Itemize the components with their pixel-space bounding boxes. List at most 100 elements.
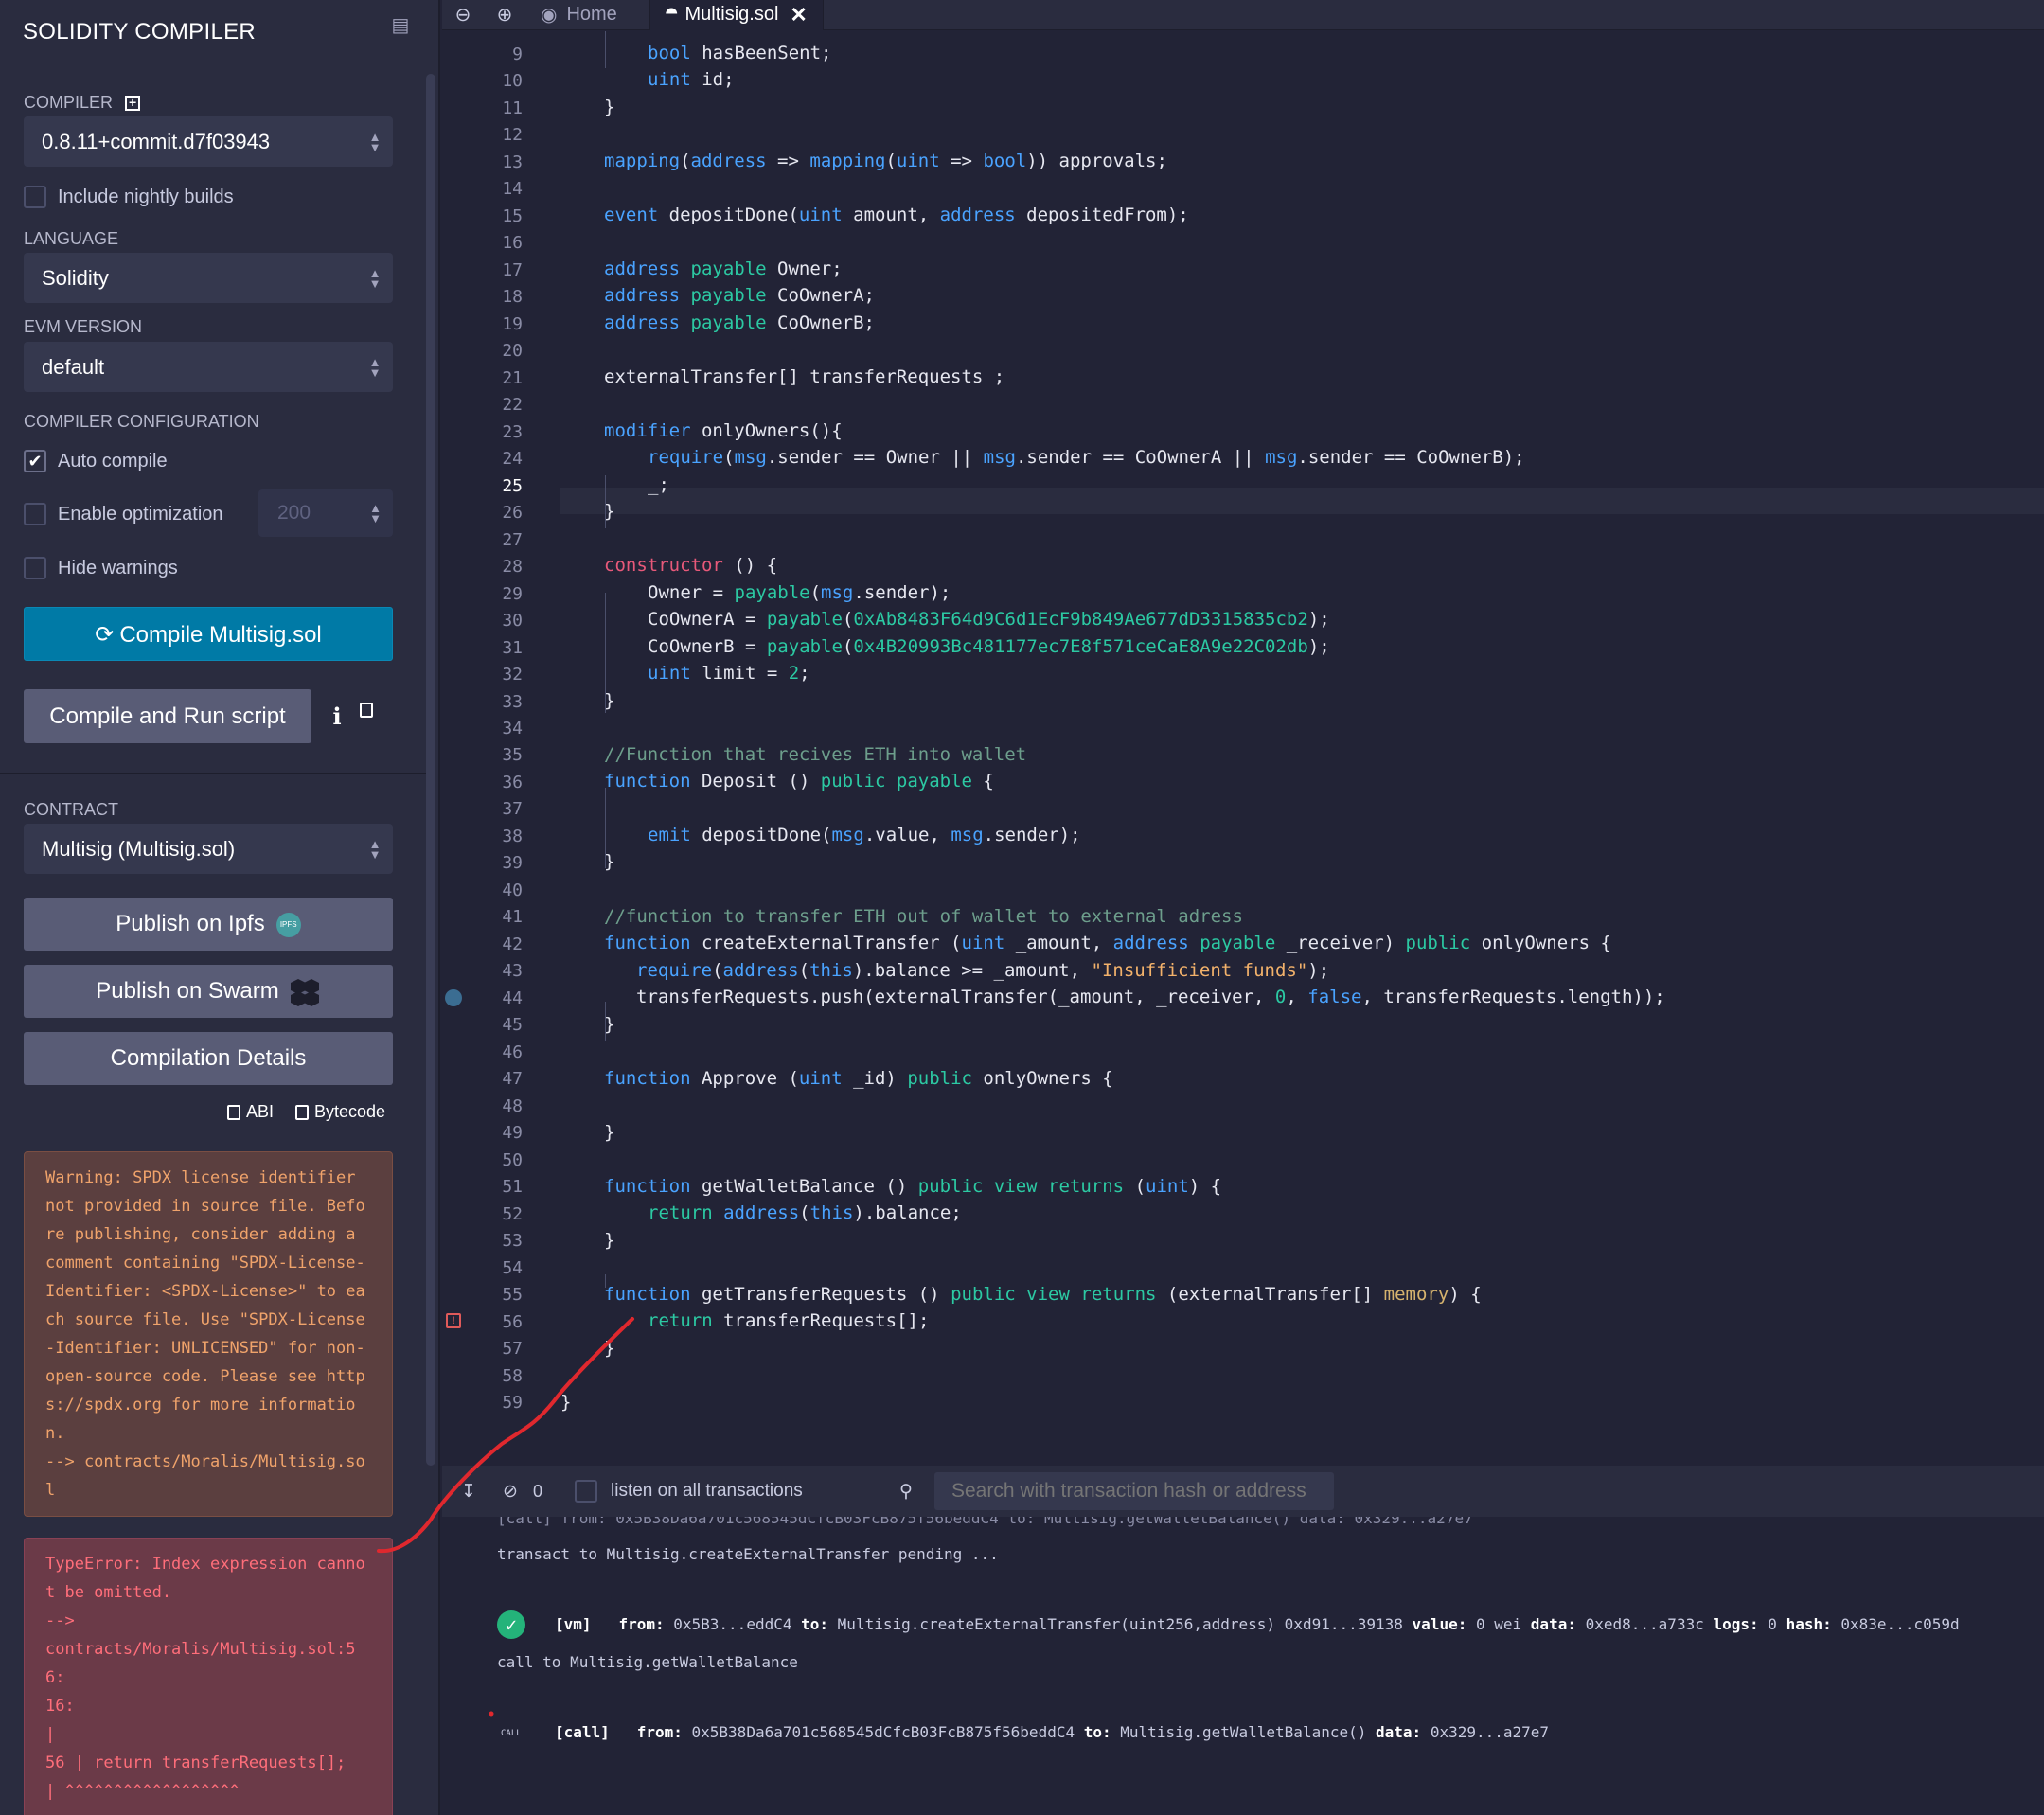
compiler-config-label: COMPILER CONFIGURATION — [24, 412, 259, 431]
line-number: 52 — [502, 1203, 523, 1224]
compile-button[interactable]: ⟳ Compile Multisig.sol — [24, 607, 393, 661]
publish-swarm-button[interactable]: Publish on Swarm — [24, 965, 393, 1018]
line-number: 32 — [502, 665, 523, 685]
evm-version-select[interactable]: default ▲ ▼ — [24, 342, 393, 392]
line-number: 22 — [502, 395, 523, 416]
info-icon[interactable]: i — [329, 703, 345, 730]
call-transaction-line[interactable]: [call] from: 0x5B38Da6a701c568545dCfcB03… — [555, 1723, 1549, 1741]
auto-compile-row[interactable]: ✔ Auto compile — [24, 447, 168, 475]
active-line-highlight — [560, 488, 2044, 514]
nightly-builds-checkbox[interactable] — [24, 186, 46, 208]
success-check-icon: ✓ — [497, 1610, 525, 1639]
optimization-runs-input[interactable]: 200 ▲ ▼ — [258, 489, 393, 537]
line-number: 53 — [502, 1231, 523, 1252]
compiler-panel: SOLIDITY COMPILER ▤ COMPILER + 0.8.11+co… — [0, 0, 440, 1815]
copy-abi-button[interactable]: ABI — [227, 1102, 274, 1122]
hide-warnings-row[interactable]: Hide warnings — [24, 554, 178, 582]
warning-message[interactable]: Warning: SPDX license identifier not pro… — [24, 1151, 393, 1517]
line-number: 59 — [502, 1393, 523, 1413]
line-number: 13 — [502, 151, 523, 172]
line-number: 51 — [502, 1177, 523, 1198]
line-number: 46 — [502, 1041, 523, 1062]
breakpoint-marker[interactable] — [445, 989, 462, 1006]
line-number: 42 — [502, 934, 523, 954]
listen-all-label: listen on all transactions — [611, 1481, 803, 1501]
line-number: 18 — [502, 287, 523, 308]
compiler-label: COMPILER + — [24, 93, 141, 113]
line-number: 29 — [502, 583, 523, 604]
compiler-version-select[interactable]: 0.8.11+commit.d7f03943 ▲ ▼ — [24, 116, 393, 167]
line-number: 38 — [502, 826, 523, 846]
terminal-line: call to Multisig.getWalletBalance — [497, 1653, 798, 1671]
line-number: 41 — [502, 907, 523, 928]
line-number: 49 — [502, 1123, 523, 1144]
call-badge: CALL — [501, 1729, 522, 1738]
nightly-builds-row[interactable]: Include nightly builds — [24, 183, 234, 211]
section-divider — [0, 773, 428, 774]
error-message[interactable]: TypeError: Index expression cannot be om… — [24, 1538, 393, 1815]
tab-home[interactable]: ◉ Home — [525, 0, 632, 30]
error-marker-icon[interactable]: ! — [446, 1313, 461, 1328]
copy-icon — [295, 1104, 309, 1120]
line-number: 19 — [502, 313, 523, 334]
search-icon: ⚲ — [899, 1481, 913, 1502]
select-arrows-icon: ▲ ▼ — [368, 836, 382, 862]
line-number: 57 — [502, 1339, 523, 1360]
refresh-icon: ⟳ — [95, 622, 115, 648]
panel-scrollbar[interactable] — [426, 74, 435, 1466]
line-number: 47 — [502, 1069, 523, 1090]
terminal-toolbar: ↧ ⊘ 0 listen on all transactions ⚲ — [442, 1466, 2044, 1517]
vm-transaction-line[interactable]: [vm] from: 0x5B3...eddC4 to: Multisig.cr… — [555, 1615, 1960, 1633]
line-number: 58 — [502, 1365, 523, 1386]
line-number: 17 — [502, 259, 523, 280]
compile-and-run-button[interactable]: Compile and Run script — [24, 689, 311, 743]
line-number: 11 — [502, 98, 523, 118]
line-number: 21 — [502, 367, 523, 388]
code-editor[interactable]: 9 10 11 12 13 14 15 16 17 18 19 20 21 22 23 24 25 26 27 28 2… — [442, 31, 2044, 1465]
contract-label: CONTRACT — [24, 800, 118, 819]
language-select[interactable]: Solidity ▲ ▼ — [24, 253, 393, 303]
line-number: 20 — [502, 341, 523, 362]
clear-console-icon[interactable]: ⊘ — [489, 1481, 531, 1503]
select-arrows-icon: ▲ ▼ — [368, 129, 382, 154]
line-number: 39 — [502, 853, 523, 874]
line-number: 54 — [502, 1257, 523, 1278]
zoom-out-icon[interactable]: ⊖ — [442, 3, 484, 27]
ipfs-icon: IPFS — [275, 912, 301, 937]
line-number: 48 — [502, 1095, 523, 1116]
line-number: 23 — [502, 421, 523, 442]
select-arrows-icon: ▲ ▼ — [368, 265, 382, 291]
optimization-checkbox[interactable] — [24, 503, 46, 525]
line-number: 43 — [502, 961, 523, 982]
terminal-output[interactable]: [call] from: 0x5B38Da6a701c568545dCfcB03… — [442, 1517, 2044, 1815]
contract-select[interactable]: Multisig (Multisig.sol) ▲ ▼ — [24, 824, 393, 874]
copy-icon[interactable] — [360, 703, 379, 725]
transaction-search-input[interactable] — [934, 1472, 1334, 1510]
stepper-arrows-icon[interactable]: ▲ ▼ — [369, 489, 382, 537]
line-number: 10 — [502, 71, 523, 92]
hide-warnings-checkbox[interactable] — [24, 557, 46, 579]
line-number: 34 — [502, 719, 523, 738]
editor-tab-bar: ⊖ ⊕ ◉ Home ⯊ Multisig.sol ✕ — [442, 0, 2044, 30]
line-number: 35 — [502, 745, 523, 766]
language-label: LANGUAGE — [24, 229, 119, 248]
panel-title: SOLIDITY COMPILER — [23, 19, 257, 44]
evm-version-label: EVM VERSION — [24, 317, 143, 336]
optimization-row[interactable]: Enable optimization — [24, 500, 223, 528]
tab-multisig[interactable]: ⯊ Multisig.sol ✕ — [649, 0, 824, 30]
line-number: 45 — [502, 1015, 523, 1036]
line-number: 16 — [502, 233, 523, 254]
select-arrows-icon: ▲ ▼ — [368, 354, 382, 380]
add-compiler-icon[interactable]: + — [125, 96, 141, 112]
listen-all-checkbox[interactable] — [575, 1480, 597, 1503]
collapse-terminal-icon[interactable]: ↧ — [448, 1481, 489, 1503]
copy-bytecode-button[interactable]: Bytecode — [295, 1102, 385, 1122]
documentation-icon[interactable]: ▤ — [388, 13, 413, 38]
copy-icon — [227, 1104, 240, 1120]
terminal-line: [call] from: 0x5B38Da6a701c568545dCfcB03… — [497, 1517, 1473, 1527]
publish-ipfs-button[interactable]: Publish on Ipfs IPFS — [24, 898, 393, 951]
close-tab-icon[interactable]: ✕ — [790, 3, 807, 27]
zoom-in-icon[interactable]: ⊕ — [484, 3, 525, 27]
compilation-details-button[interactable]: Compilation Details — [24, 1032, 393, 1085]
auto-compile-checkbox[interactable]: ✔ — [24, 450, 46, 472]
